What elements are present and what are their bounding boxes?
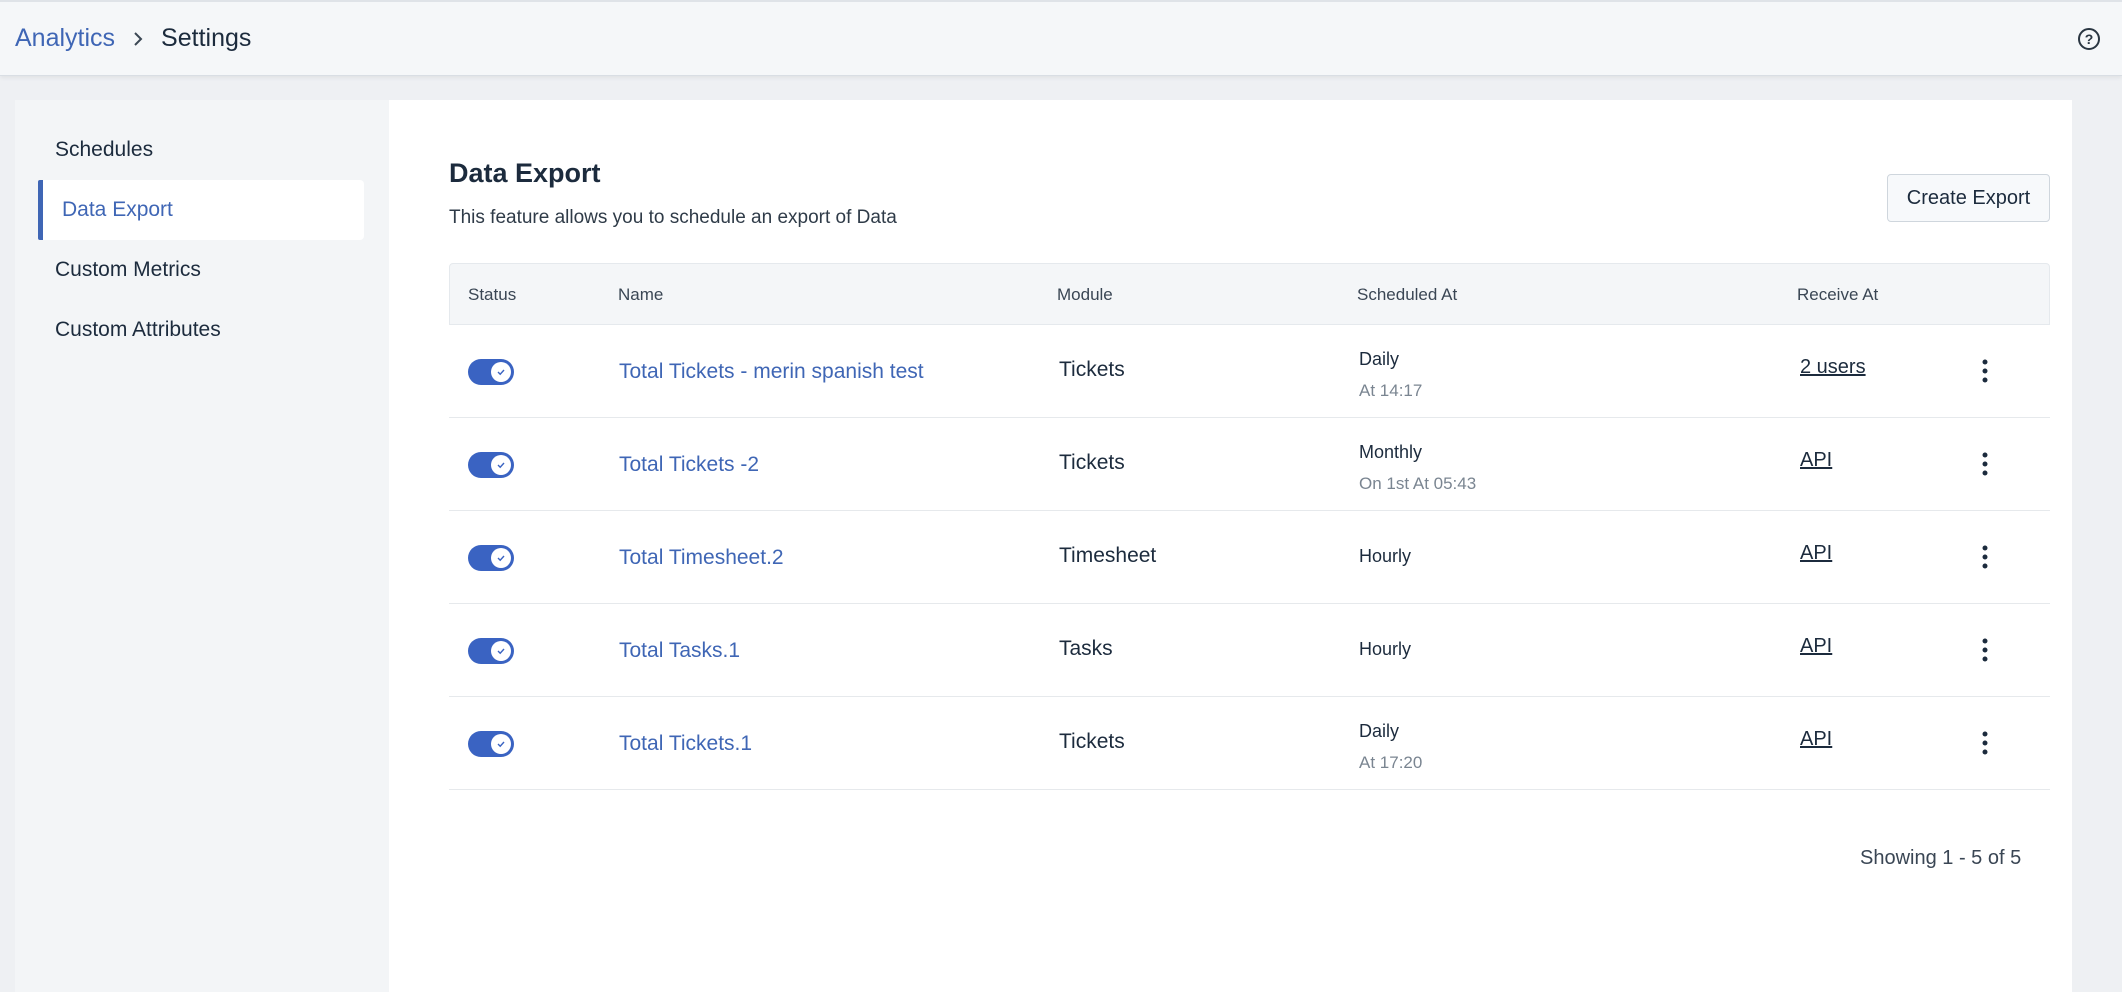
receive-at-link[interactable]: API (1800, 728, 1832, 751)
status-toggle[interactable] (468, 452, 514, 478)
more-vertical-icon[interactable] (1975, 450, 1995, 478)
header-scheduled-at: Scheduled At (1357, 285, 1458, 304)
schedule-detail: At 17:20 (1359, 753, 1423, 772)
module-value: Tickets (1059, 451, 1125, 474)
table-row: Total Tasks.1 Tasks Hourly API (449, 604, 2050, 697)
module-value: Tasks (1059, 637, 1113, 660)
schedule-frequency: Hourly (1359, 546, 1412, 566)
create-export-button[interactable]: Create Export (1887, 174, 2050, 222)
breadcrumb-current: Settings (161, 24, 252, 52)
check-icon (491, 455, 511, 475)
table-row: Total Tickets -2 Tickets Monthly On 1st … (449, 418, 2050, 511)
header-module: Module (1057, 285, 1113, 304)
main-content: Data Export This feature allows you to s… (389, 100, 2072, 992)
status-toggle[interactable] (468, 731, 514, 757)
sidebar-item-data-export[interactable]: Data Export (38, 180, 364, 240)
export-name-link[interactable]: Total Tickets -2 (619, 453, 759, 477)
module-value: Tickets (1059, 730, 1125, 753)
header-name: Name (618, 285, 664, 304)
sidebar-item-label: Custom Attributes (55, 318, 221, 341)
status-toggle[interactable] (468, 638, 514, 664)
export-name-link[interactable]: Total Tickets - merin spanish test (619, 360, 924, 384)
header-receive-at: Receive At (1797, 285, 1879, 304)
page-description: This feature allows you to schedule an e… (449, 207, 897, 228)
breadcrumb-analytics-link[interactable]: Analytics (15, 24, 115, 53)
schedule-detail: On 1st At 05:43 (1359, 474, 1477, 493)
schedule-frequency: Monthly (1359, 442, 1423, 462)
export-name-link[interactable]: Total Tasks.1 (619, 639, 740, 663)
export-name-link[interactable]: Total Tickets.1 (619, 732, 752, 756)
sidebar-item-custom-metrics[interactable]: Custom Metrics (38, 240, 364, 300)
status-toggle[interactable] (468, 359, 514, 385)
sidebar-item-label: Custom Metrics (55, 258, 201, 281)
more-vertical-icon[interactable] (1975, 357, 1995, 385)
more-vertical-icon[interactable] (1975, 636, 1995, 664)
check-icon (491, 548, 511, 568)
help-circle-icon[interactable]: ? (2078, 28, 2100, 50)
exports-table: Status Name Module Scheduled At Receive … (449, 263, 2050, 790)
check-icon (491, 362, 511, 382)
export-name-link[interactable]: Total Timesheet.2 (619, 546, 784, 570)
sidebar-item-schedules[interactable]: Schedules (38, 120, 364, 180)
more-vertical-icon[interactable] (1975, 729, 1995, 757)
breadcrumb: Analytics Settings (0, 24, 251, 53)
receive-at-link[interactable]: API (1800, 542, 1832, 565)
table-row: Total Tickets.1 Tickets Daily At 17:20 A… (449, 697, 2050, 790)
receive-at-link[interactable]: API (1800, 449, 1832, 472)
table-row: Total Timesheet.2 Timesheet Hourly API (449, 511, 2050, 604)
receive-at-link[interactable]: API (1800, 635, 1832, 658)
chevron-right-icon (115, 31, 161, 47)
schedule-frequency: Daily (1359, 349, 1400, 369)
schedule-frequency: Hourly (1359, 639, 1412, 659)
schedule-frequency: Daily (1359, 721, 1400, 741)
module-value: Timesheet (1059, 544, 1157, 567)
schedule-detail: At 14:17 (1359, 381, 1423, 400)
sidebar-item-label: Data Export (62, 198, 173, 221)
table-row: Total Tickets - merin spanish test Ticke… (449, 325, 2050, 418)
check-icon (491, 641, 511, 661)
pagination-summary: Showing 1 - 5 of 5 (1860, 847, 2022, 869)
receive-at-link[interactable]: 2 users (1800, 356, 1866, 379)
more-vertical-icon[interactable] (1975, 543, 1995, 571)
sidebar-item-label: Schedules (55, 138, 154, 161)
table-header: Status Name Module Scheduled At Receive … (449, 263, 2050, 325)
settings-sidebar: Schedules Data Export Custom Metrics Cus… (15, 100, 389, 992)
sidebar-item-custom-attributes[interactable]: Custom Attributes (38, 300, 364, 360)
top-bar: Analytics Settings ? (0, 0, 2122, 76)
module-value: Tickets (1059, 358, 1125, 381)
header-status: Status (468, 285, 517, 304)
check-icon (491, 734, 511, 754)
page-title: Data Export (449, 158, 601, 188)
status-toggle[interactable] (468, 545, 514, 571)
